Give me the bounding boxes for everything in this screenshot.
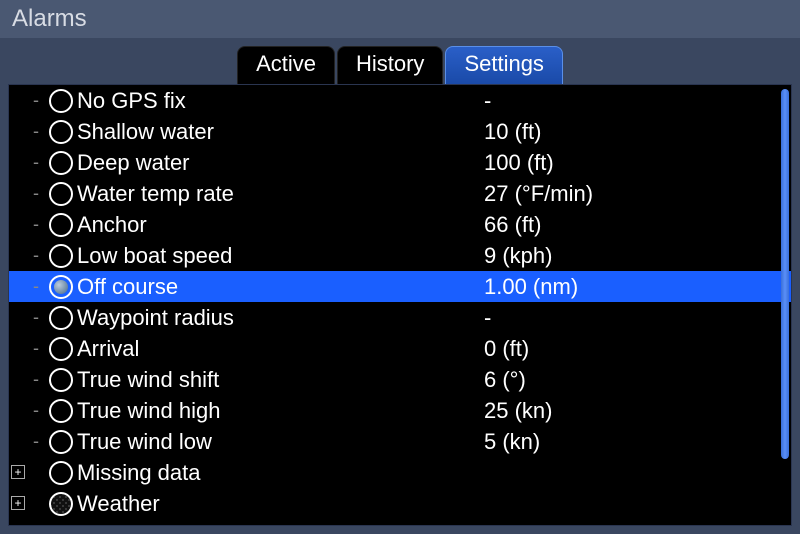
header: Alarms bbox=[0, 0, 800, 38]
alarm-label: Shallow water bbox=[77, 119, 377, 145]
tree-prefix: - bbox=[9, 147, 49, 178]
tree-branch-icon: - bbox=[33, 307, 39, 328]
alarm-toggle-icon[interactable] bbox=[49, 151, 73, 175]
alarm-value: 25 (kn) bbox=[484, 398, 552, 424]
alarm-row[interactable]: + Weather bbox=[9, 488, 791, 519]
alarm-value: 1.00 (nm) bbox=[484, 274, 578, 300]
alarm-row[interactable]: - True wind high 25 (kn) bbox=[9, 395, 791, 426]
tree-prefix: - bbox=[9, 209, 49, 240]
alarm-value: - bbox=[484, 88, 491, 114]
tab-group: Active History Settings bbox=[236, 46, 564, 84]
alarm-toggle-icon[interactable] bbox=[49, 306, 73, 330]
alarm-toggle-icon[interactable] bbox=[49, 89, 73, 113]
tree-branch-icon: - bbox=[33, 152, 39, 173]
alarm-value: 6 (°) bbox=[484, 367, 526, 393]
alarm-label: Weather bbox=[77, 491, 377, 517]
tree-prefix: - bbox=[9, 426, 49, 457]
alarm-toggle-icon[interactable] bbox=[49, 337, 73, 361]
tree-branch-icon: - bbox=[33, 431, 39, 452]
alarm-label: Anchor bbox=[77, 212, 377, 238]
alarm-label: Arrival bbox=[77, 336, 377, 362]
alarm-toggle-icon[interactable] bbox=[49, 213, 73, 237]
alarm-label: Water temp rate bbox=[77, 181, 377, 207]
tree-prefix: - bbox=[9, 364, 49, 395]
alarm-row[interactable]: - Water temp rate 27 (°F/min) bbox=[9, 178, 791, 209]
alarm-row[interactable]: - Anchor 66 (ft) bbox=[9, 209, 791, 240]
tree-prefix: - bbox=[9, 85, 49, 116]
alarm-row[interactable]: - True wind shift 6 (°) bbox=[9, 364, 791, 395]
scrollbar[interactable] bbox=[781, 89, 789, 459]
tree-prefix: - bbox=[9, 116, 49, 147]
tree-prefix: + bbox=[9, 488, 49, 519]
tree-branch-icon: - bbox=[33, 400, 39, 421]
expand-icon[interactable]: + bbox=[11, 496, 25, 510]
alarm-label: Off course bbox=[77, 274, 377, 300]
alarm-row[interactable]: - Low boat speed 9 (kph) bbox=[9, 240, 791, 271]
tree-branch-icon: - bbox=[33, 276, 39, 297]
alarm-row[interactable]: - Arrival 0 (ft) bbox=[9, 333, 791, 364]
expand-icon[interactable]: + bbox=[11, 465, 25, 479]
tab-active[interactable]: Active bbox=[237, 46, 335, 84]
tree-prefix: + bbox=[9, 457, 49, 488]
alarm-label: Missing data bbox=[77, 460, 377, 486]
alarm-label: Waypoint radius bbox=[77, 305, 377, 331]
tabs-area: Active History Settings bbox=[0, 38, 800, 84]
alarm-row[interactable]: - Waypoint radius - bbox=[9, 302, 791, 333]
tree-branch-icon: - bbox=[33, 338, 39, 359]
alarm-toggle-icon[interactable] bbox=[49, 399, 73, 423]
content-area: - No GPS fix - - Shallow water 10 (ft) - Deep w… bbox=[0, 84, 800, 534]
alarm-toggle-icon[interactable] bbox=[49, 275, 73, 299]
tree-prefix: - bbox=[9, 395, 49, 426]
tab-settings[interactable]: Settings bbox=[445, 46, 563, 84]
alarm-value: 10 (ft) bbox=[484, 119, 541, 145]
alarm-label: No GPS fix bbox=[77, 88, 377, 114]
alarm-value: - bbox=[484, 305, 491, 331]
tree-prefix: - bbox=[9, 240, 49, 271]
tree-prefix: - bbox=[9, 271, 49, 302]
alarm-toggle-icon[interactable] bbox=[49, 244, 73, 268]
tree-prefix: - bbox=[9, 178, 49, 209]
alarm-toggle-icon[interactable] bbox=[49, 461, 73, 485]
alarm-row[interactable]: - True wind low 5 (kn) bbox=[9, 426, 791, 457]
alarm-value: 100 (ft) bbox=[484, 150, 554, 176]
tree-branch-icon: - bbox=[33, 90, 39, 111]
tree-branch-icon: - bbox=[33, 214, 39, 235]
tree-prefix: - bbox=[9, 333, 49, 364]
alarm-label: True wind shift bbox=[77, 367, 377, 393]
alarm-row[interactable]: + Missing data bbox=[9, 457, 791, 488]
alarm-value: 66 (ft) bbox=[484, 212, 541, 238]
alarm-list[interactable]: - No GPS fix - - Shallow water 10 (ft) - Deep w… bbox=[9, 85, 791, 525]
tree-branch-icon: - bbox=[33, 183, 39, 204]
alarm-row[interactable]: - No GPS fix - bbox=[9, 85, 791, 116]
page-title: Alarms bbox=[12, 5, 87, 33]
tree-branch-icon: - bbox=[33, 245, 39, 266]
alarm-value: 27 (°F/min) bbox=[484, 181, 593, 207]
alarm-label: True wind low bbox=[77, 429, 377, 455]
tree-branch-icon: - bbox=[33, 121, 39, 142]
alarm-toggle-icon[interactable] bbox=[49, 368, 73, 392]
alarm-value: 9 (kph) bbox=[484, 243, 552, 269]
tree-branch-icon: - bbox=[33, 369, 39, 390]
alarm-row[interactable]: - Off course 1.00 (nm) bbox=[9, 271, 791, 302]
alarm-value: 5 (kn) bbox=[484, 429, 540, 455]
alarm-toggle-icon[interactable] bbox=[49, 430, 73, 454]
alarm-toggle-icon[interactable] bbox=[49, 120, 73, 144]
alarm-label: True wind high bbox=[77, 398, 377, 424]
alarm-row[interactable]: - Shallow water 10 (ft) bbox=[9, 116, 791, 147]
alarm-toggle-icon[interactable] bbox=[49, 492, 73, 516]
alarm-label: Low boat speed bbox=[77, 243, 377, 269]
alarm-toggle-icon[interactable] bbox=[49, 182, 73, 206]
alarm-label: Deep water bbox=[77, 150, 377, 176]
tree-prefix: - bbox=[9, 302, 49, 333]
tab-history[interactable]: History bbox=[337, 46, 443, 84]
alarm-value: 0 (ft) bbox=[484, 336, 529, 362]
alarm-row[interactable]: - Deep water 100 (ft) bbox=[9, 147, 791, 178]
alarm-list-container: - No GPS fix - - Shallow water 10 (ft) - Deep w… bbox=[8, 84, 792, 526]
